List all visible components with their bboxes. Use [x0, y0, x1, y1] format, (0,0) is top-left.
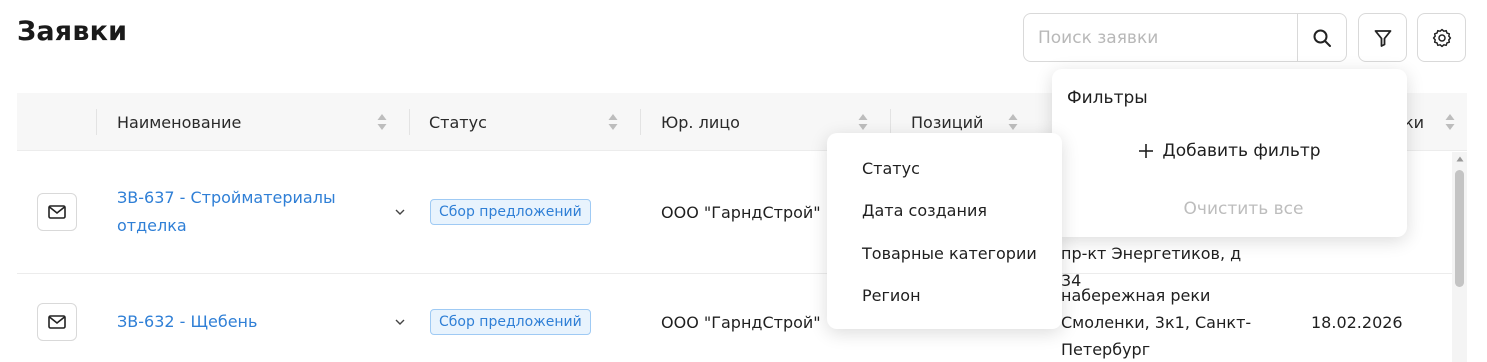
org-name: ООО "ГарндСтрой" [661, 313, 821, 332]
column-separator [890, 109, 891, 135]
dropdown-item-region[interactable]: Регион [862, 286, 921, 305]
status-badge: Сбор предложений [430, 309, 591, 335]
settings-button[interactable] [1417, 13, 1466, 62]
column-separator [640, 109, 641, 135]
column-header-name[interactable]: Наименование [117, 93, 241, 151]
mail-icon [48, 205, 66, 219]
sort-icon[interactable] [376, 112, 388, 132]
funnel-icon [1374, 29, 1391, 47]
request-link[interactable]: ЗВ-637 - Стройматериалы отделка [117, 184, 347, 240]
sort-icon[interactable] [1444, 112, 1456, 132]
search-box [1023, 13, 1347, 62]
add-filter-button[interactable]: Добавить фильтр [1052, 141, 1407, 161]
filter-button[interactable] [1358, 13, 1407, 62]
address-line: Петербург [1061, 340, 1151, 359]
created-date: 18.02.2026 [1311, 313, 1403, 332]
table-row[interactable]: ЗВ-632 - Щебень Сбор предложений ООО "Га… [17, 274, 1452, 362]
sort-icon[interactable] [607, 112, 619, 132]
filters-panel: Фильтры Добавить фильтр Очистить все [1052, 69, 1407, 237]
address-line: набережная реки [1061, 286, 1211, 305]
column-separator [409, 109, 410, 135]
org-name: ООО "ГарндСтрой" [661, 203, 821, 222]
address-line: Смоленки, 3к1, Санкт- [1061, 313, 1252, 332]
column-separator [96, 109, 97, 135]
scrollbar-thumb[interactable] [1455, 170, 1464, 287]
search-button[interactable] [1297, 14, 1346, 61]
gear-icon [1432, 28, 1451, 47]
page-title: Заявки [17, 16, 128, 47]
request-name-line: ЗВ-637 - Стройматериалы [117, 188, 336, 207]
column-header-org[interactable]: Юр. лицо [661, 93, 740, 151]
plus-icon [1139, 144, 1154, 158]
request-name-line: отделка [117, 216, 187, 235]
clear-all-button[interactable]: Очистить все [1052, 199, 1435, 219]
mail-icon [48, 315, 66, 329]
column-header-status[interactable]: Статус [429, 93, 487, 151]
column-header-date-partial[interactable]: ки [1404, 93, 1424, 151]
search-icon [1313, 29, 1331, 47]
search-input[interactable] [1024, 14, 1297, 61]
request-link[interactable]: ЗВ-632 - Щебень [117, 308, 347, 336]
send-message-button[interactable] [37, 193, 77, 231]
filter-field-dropdown: Статус Дата создания Товарные категории … [827, 133, 1062, 329]
filters-title: Фильтры [1067, 88, 1148, 108]
dropdown-item-categories[interactable]: Товарные категории [862, 244, 1037, 263]
add-filter-label: Добавить фильтр [1162, 141, 1321, 161]
status-badge: Сбор предложений [430, 199, 591, 225]
chevron-down-icon[interactable] [394, 317, 406, 327]
sort-icon[interactable] [1007, 112, 1019, 132]
chevron-down-icon[interactable] [394, 207, 406, 217]
dropdown-item-created-date[interactable]: Дата создания [862, 201, 987, 220]
sort-icon[interactable] [857, 112, 869, 132]
scroll-up-arrow-icon[interactable] [1456, 156, 1464, 162]
send-message-button[interactable] [37, 303, 77, 341]
dropdown-item-status[interactable]: Статус [862, 159, 920, 178]
delivery-address: набережная реки Смоленки, 3к1, Санкт- Пе… [1061, 282, 1261, 362]
